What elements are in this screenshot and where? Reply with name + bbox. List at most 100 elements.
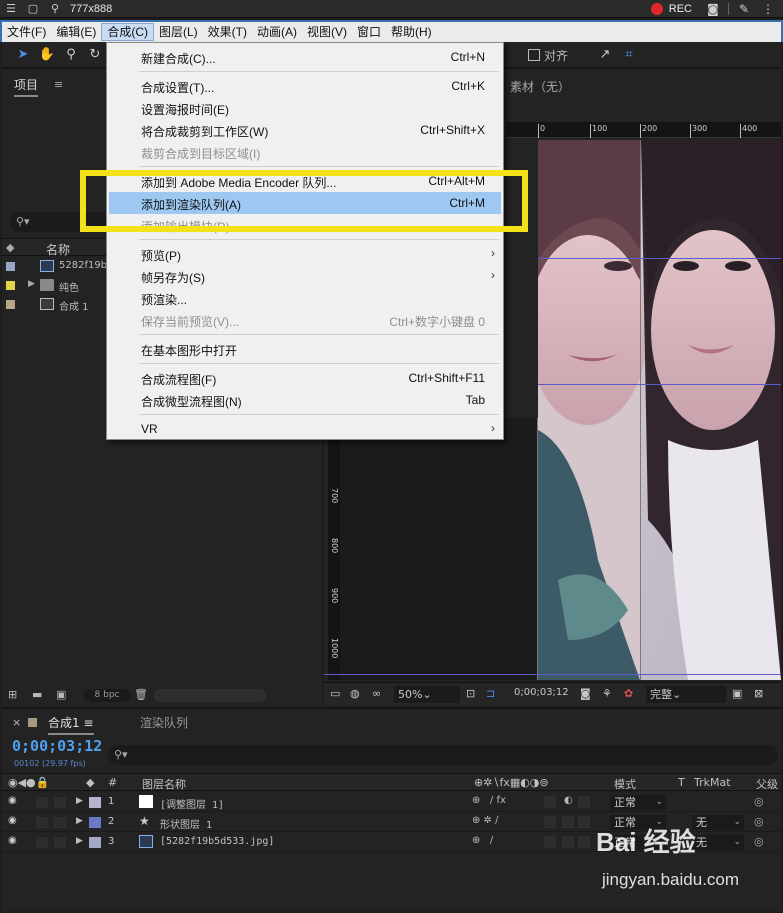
layer-name[interactable]: [调整图层 1] [160,796,224,811]
menu-window[interactable]: 窗口 [352,23,386,41]
menu-help[interactable]: 帮助(H) [386,23,437,41]
menu-item-mini-flowchart[interactable]: 合成微型流程图(N) Tab [109,389,501,411]
zoom-tool-icon[interactable]: ⚲ [62,46,80,64]
label-tag-icon[interactable]: ◆ [6,241,14,254]
menu-file[interactable]: 文件(F) [2,23,51,41]
menu-item-preview[interactable]: 预览(P) › [109,243,501,265]
column-mode[interactable]: 模式 [614,776,636,792]
search-icon[interactable]: ⚲ [44,2,66,15]
solo-toggle[interactable] [36,797,48,808]
switches-icons[interactable]: ⊕ ∕ fx [472,795,506,806]
switch-box[interactable] [544,796,556,808]
project-tab[interactable]: 项目 [14,76,39,97]
viewer-timecode[interactable]: 0;00;03;12 [514,687,569,698]
eye-icon[interactable]: ◉ [8,795,17,806]
expand-triangle-icon[interactable]: ▶ [28,279,35,289]
switch-box[interactable] [562,836,574,848]
window-icon[interactable]: ▢ [22,2,44,15]
menu-item-save-current-preview[interactable]: 保存当前预览(V)... Ctrl+数字小键盘 0 [109,309,501,331]
menu-composition[interactable]: 合成(C) [101,23,154,41]
guide-line[interactable] [538,258,781,259]
transparency-grid-icon[interactable]: ⊠ [754,687,763,700]
interpret-footage-icon[interactable]: ⊞ [8,688,17,701]
adjustment-switch-icon[interactable]: ◐ [564,795,573,806]
snap-toggle-icon[interactable]: ↗ [596,46,614,64]
guide-line[interactable] [538,384,781,385]
layer-row[interactable]: ◉ ▶ 1 [调整图层 1] ⊕ ∕ fx ◐ 正常 ⌄ ◎ [2,793,781,812]
zoom-dropdown[interactable]: 50%⌄ [394,686,460,703]
region-of-interest-icon[interactable]: ⊐ [486,687,495,700]
menu-edit[interactable]: 编辑(E) [51,23,101,41]
new-composition-icon[interactable]: ▣ [56,688,66,701]
menu-item-composition-flowchart[interactable]: 合成流程图(F) Ctrl+Shift+F11 [109,367,501,389]
switch-box[interactable] [544,816,556,828]
bit-depth-button[interactable]: 8 bpc [84,689,130,702]
lock-toggle[interactable] [54,797,66,808]
tab-composition-1[interactable]: 合成1 ≡ [48,714,94,735]
menu-item-save-frame-as[interactable]: 帧另存为(S) › [109,265,501,287]
always-preview-icon[interactable]: ▭ [330,687,340,700]
switch-box[interactable] [562,816,574,828]
switches-icons[interactable]: ⊕ ∕ [472,835,493,846]
switch-box[interactable] [578,836,590,848]
menu-item-trim-to-work-area[interactable]: 将合成裁剪到工作区(W) Ctrl+Shift+X [109,119,501,141]
switch-box[interactable] [578,796,590,808]
label-tag-icon[interactable]: ◆ [86,776,94,789]
layer-name[interactable]: [5282f19b5d533.jpg] [160,836,274,847]
menu-layer[interactable]: 图层(L) [154,23,203,41]
lock-toggle[interactable] [54,817,66,828]
blend-mode-dropdown[interactable]: 正常 ⌄ [610,795,666,810]
switches-icons[interactable]: ⊕ ✲ ∕ [472,815,498,826]
current-timecode[interactable]: 0;00;03;12 [12,737,102,755]
menu-item-open-in-essential-graphics[interactable]: 在基本图形中打开 [109,338,501,360]
guide-line[interactable] [640,140,641,680]
grid-icon[interactable]: ⊡ [466,687,475,700]
column-layer-name[interactable]: 图层名称 [142,776,186,792]
lock-toggle[interactable] [54,837,66,848]
panel-menu-icon[interactable]: ≡ [54,78,63,91]
project-scrollbar[interactable] [154,689,266,702]
record-label[interactable]: REC [669,3,692,15]
rotate-tool-icon[interactable]: ↻ [86,46,104,64]
menu-item-composition-settings[interactable]: 合成设置(T)... Ctrl+K [109,75,501,97]
new-folder-icon[interactable]: ▬ [32,688,42,701]
composition-canvas[interactable] [538,140,781,680]
hand-tool-icon[interactable]: ✋ [38,46,56,64]
trash-icon[interactable]: 🗑 [134,688,148,701]
footage-tab[interactable]: 素材（无） [510,78,570,95]
layer-name[interactable]: 形状图层 1 [160,816,212,831]
menu-item-crop-to-region[interactable]: 裁剪合成到目标区域(I) [109,141,501,163]
close-icon[interactable]: × [12,716,21,729]
more-icon[interactable]: ⋮ [759,2,777,16]
column-trkmat[interactable]: TrkMat [694,776,731,789]
solo-toggle[interactable] [36,837,48,848]
solo-toggle[interactable] [36,817,48,828]
switch-box[interactable] [544,836,556,848]
label-swatch[interactable] [89,817,101,828]
pen-icon[interactable]: ✎ [735,2,753,16]
eye-icon[interactable]: ◉ [8,815,17,826]
pickwhip-icon[interactable]: ◎ [754,795,764,808]
camera-icon[interactable]: ◙ [704,2,722,16]
channel-icon[interactable]: ✿ [624,687,633,700]
column-name[interactable]: 名称 [46,241,70,258]
eye-icon[interactable]: ◉ [8,835,17,846]
resolution-dropdown[interactable]: 完整⌄ [646,686,726,703]
switch-box[interactable] [578,816,590,828]
av-features-icon[interactable]: ◉◀●🔒 [8,776,49,789]
expand-triangle-icon[interactable]: ▶ [76,836,83,846]
expand-triangle-icon[interactable]: ▶ [76,816,83,826]
fast-preview-icon[interactable]: ▣ [732,687,742,700]
menu-animation[interactable]: 动画(A) [252,23,302,41]
tab-render-queue[interactable]: 渲染队列 [140,714,188,731]
label-swatch[interactable] [89,797,101,808]
expand-triangle-icon[interactable]: ▶ [76,796,83,806]
menu-view[interactable]: 视图(V) [302,23,352,41]
menu-effect[interactable]: 效果(T) [203,23,252,41]
record-icon[interactable] [650,3,663,15]
label-swatch[interactable] [89,837,101,848]
column-parent[interactable]: 父级 [756,776,778,792]
vr-goggles-icon[interactable]: ∞ [372,687,381,700]
menu-item-new-composition[interactable]: 新建合成(C)... Ctrl+N [109,46,501,68]
timeline-search-input[interactable]: ⚲▾ [108,745,778,765]
